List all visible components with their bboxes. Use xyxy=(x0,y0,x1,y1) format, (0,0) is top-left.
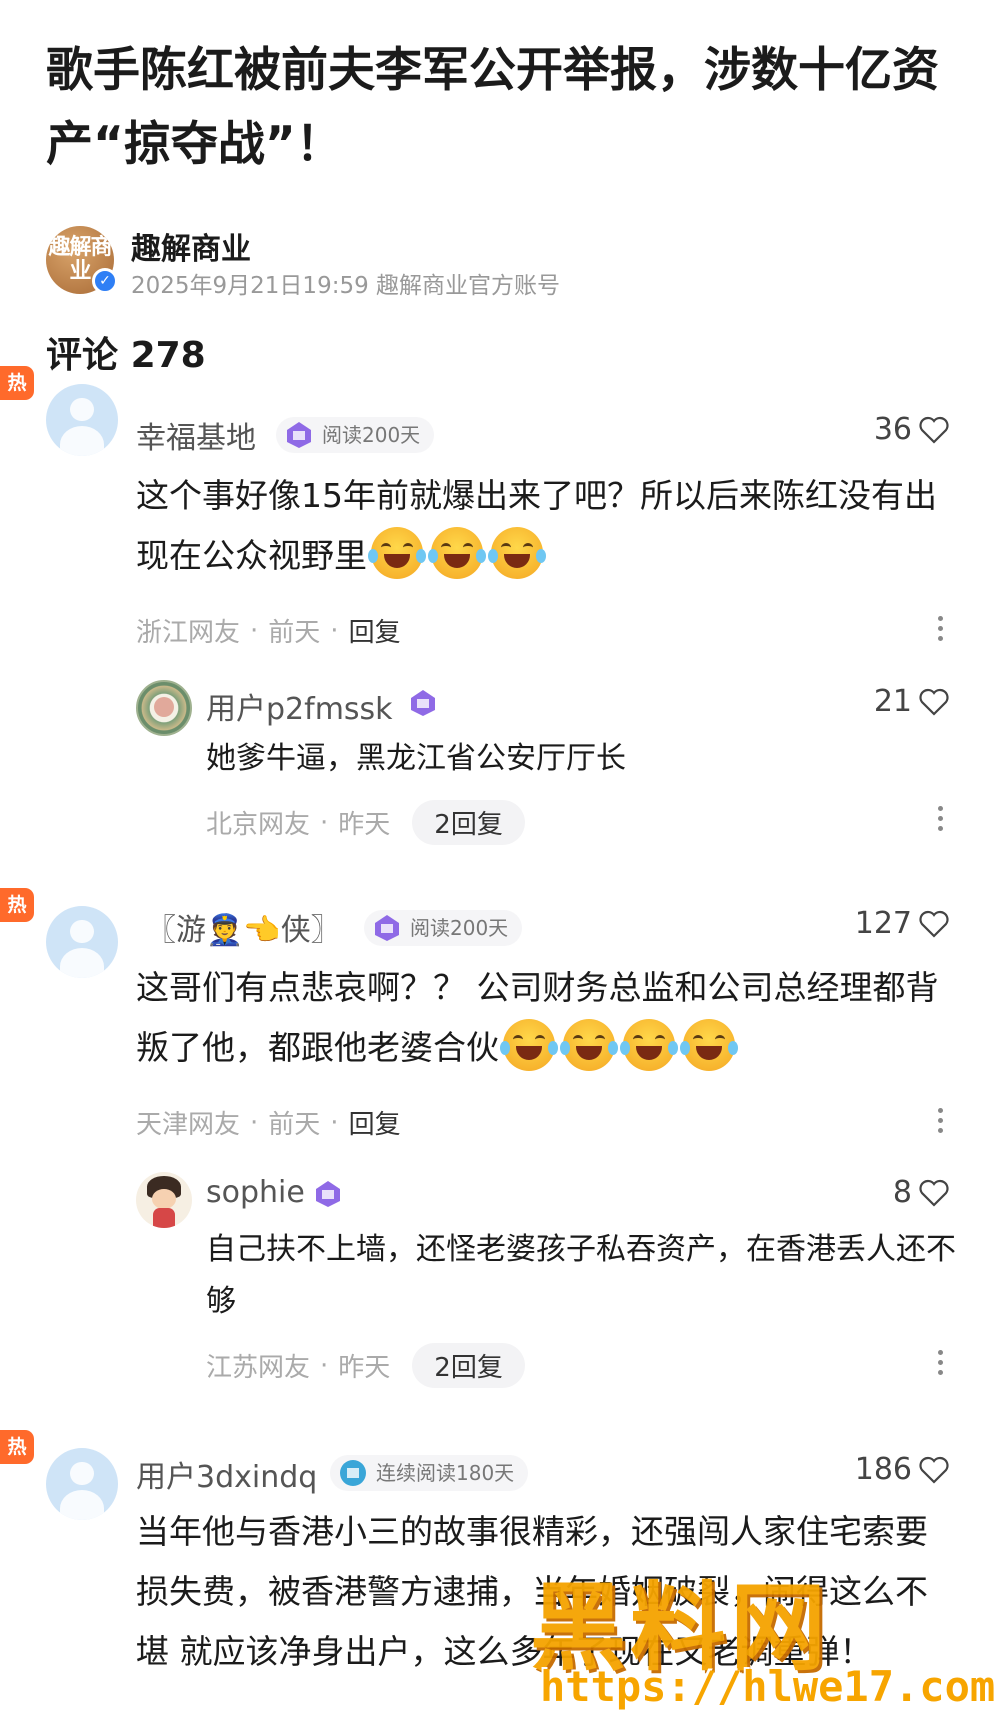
reading-badge: 阅读200天 xyxy=(276,417,435,453)
comment-text: 这个事好像15年前就爆出来了吧？所以后来陈红没有出现在公众视野里 xyxy=(136,466,956,586)
like-count: 21 xyxy=(873,684,912,719)
comment-time: 前天 xyxy=(268,1110,321,1140)
reply-location: 江苏网友 xyxy=(206,1353,311,1383)
comment-meta: 浙江网友 · 前天 · 回复 xyxy=(136,612,401,649)
article-title: 歌手陈红被前夫李军公开举报，涉数十亿资产“掠夺战”！ xyxy=(46,43,939,172)
comments-count: 278 xyxy=(130,335,206,376)
laugh-cry-emoji xyxy=(560,1019,618,1071)
reply-button[interactable]: 回复 xyxy=(349,1104,401,1141)
comments-heading: 评论 278 xyxy=(46,326,206,378)
reply-location: 北京网友 xyxy=(206,810,311,840)
reply-meta: 江苏网友 · 昨天 2回复 xyxy=(206,1343,525,1388)
like-button[interactable]: 36 xyxy=(874,412,950,447)
hot-badge: 热 xyxy=(0,888,34,922)
laugh-cry-emoji xyxy=(428,527,486,579)
author-name[interactable]: 趣解商业 xyxy=(131,224,251,268)
like-button[interactable]: 8 xyxy=(893,1175,950,1210)
comments-label: 评论 xyxy=(46,335,119,376)
avatar[interactable] xyxy=(136,1172,192,1228)
more-icon[interactable] xyxy=(938,806,944,834)
laugh-cry-emoji xyxy=(488,527,546,579)
avatar[interactable] xyxy=(46,1448,118,1520)
reply-meta: 北京网友 · 昨天 2回复 xyxy=(206,800,525,845)
heart-icon xyxy=(919,416,949,444)
comment-meta: 天津网友 · 前天 · 回复 xyxy=(136,1104,401,1141)
reading-badge-icon xyxy=(287,422,311,448)
avatar[interactable] xyxy=(136,680,192,736)
reading-badge: 连续阅读180天 xyxy=(330,1455,529,1491)
comment-text: 当年他与香港小三的故事很精彩，还强闯人家住宅索要损失费，被香港警方逮捕，当年婚姻… xyxy=(136,1512,928,1671)
comment-username[interactable]: 幸福基地 xyxy=(136,413,256,457)
level-badge-icon xyxy=(316,1181,340,1207)
reading-badge: 阅读200天 xyxy=(364,910,523,946)
reply-username[interactable]: 用户p2fmssk xyxy=(206,684,393,728)
like-count: 127 xyxy=(854,906,912,941)
reply-text: 自己扶不上墙，还怪老婆孩子私吞资产，在香港丢人还不够 xyxy=(206,1232,956,1319)
view-replies-button[interactable]: 2回复 xyxy=(412,1343,525,1388)
author-meta: 2025年9月21日19:59 趣解商业官方账号 xyxy=(131,273,561,299)
avatar[interactable] xyxy=(46,384,118,456)
view-replies-button[interactable]: 2回复 xyxy=(412,800,525,845)
comment-location: 天津网友 xyxy=(136,1110,241,1140)
avatar[interactable] xyxy=(46,906,118,978)
laugh-cry-emoji xyxy=(620,1019,678,1071)
hot-badge: 热 xyxy=(0,366,34,400)
laugh-cry-emoji xyxy=(500,1019,558,1071)
hot-badge: 热 xyxy=(0,1430,34,1464)
comment-username[interactable]: 〖游👮👈侠〗 xyxy=(146,905,341,949)
comment-text: 这哥们有点悲哀啊？？ 公司财务总监和公司总经理都背叛了他，都跟他老婆合伙 xyxy=(136,958,956,1078)
more-icon[interactable] xyxy=(938,616,944,644)
reading-badge-icon xyxy=(375,915,399,941)
reply-time: 昨天 xyxy=(338,1353,391,1383)
reading-badge-label: 阅读200天 xyxy=(322,423,421,447)
comment-username[interactable]: 用户3dxindq xyxy=(136,1452,317,1496)
reading-badge-label: 阅读200天 xyxy=(410,916,509,940)
streak-badge-icon xyxy=(340,1460,366,1486)
like-button[interactable]: 186 xyxy=(855,1452,950,1487)
level-badge-icon xyxy=(411,690,435,716)
like-count: 8 xyxy=(892,1175,912,1210)
reading-badge-label: 连续阅读180天 xyxy=(376,1461,515,1485)
like-count: 36 xyxy=(873,412,912,447)
more-icon[interactable] xyxy=(938,1350,944,1378)
laugh-cry-emoji xyxy=(680,1019,738,1071)
like-button[interactable]: 21 xyxy=(874,684,950,719)
verified-icon: ✓ xyxy=(92,268,118,294)
reply-button[interactable]: 回复 xyxy=(349,612,401,649)
comment-location: 浙江网友 xyxy=(136,618,241,648)
comment-time: 前天 xyxy=(268,618,321,648)
heart-icon xyxy=(919,1179,949,1207)
author-block[interactable]: 趣解商业 ✓ 趣解商业 2025年9月21日19:59 趣解商业官方账号 xyxy=(46,222,746,299)
heart-icon xyxy=(919,1456,949,1484)
like-button[interactable]: 127 xyxy=(855,906,950,941)
heart-icon xyxy=(919,688,949,716)
heart-icon xyxy=(919,910,949,938)
reply-time: 昨天 xyxy=(338,810,391,840)
reply-text: 她爹牛逼，黑龙江省公安厅厅长 xyxy=(206,741,626,776)
like-count: 186 xyxy=(854,1452,912,1487)
laugh-cry-emoji xyxy=(368,527,426,579)
reply-username[interactable]: sophie xyxy=(206,1175,305,1210)
more-icon[interactable] xyxy=(938,1108,944,1136)
